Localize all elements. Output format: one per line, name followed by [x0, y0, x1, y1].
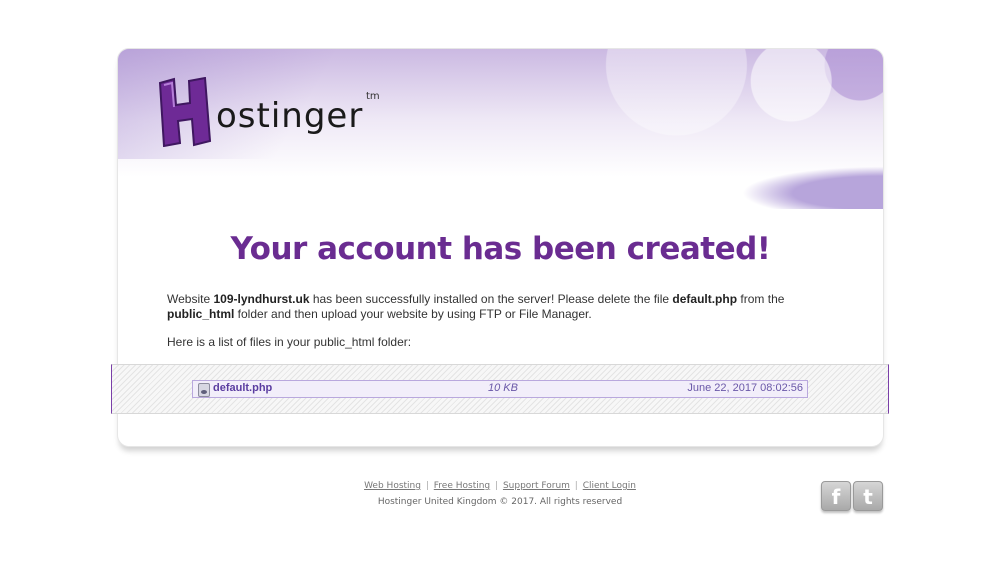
header-banner: H ostinger tm	[118, 49, 883, 209]
footer-link-free-hosting[interactable]: Free Hosting	[434, 481, 490, 491]
php-file-icon	[198, 383, 210, 397]
domain-name: 109-lyndhurst.uk	[213, 292, 310, 306]
twitter-button[interactable]: t	[853, 481, 883, 511]
logo-trademark: tm	[366, 91, 380, 102]
file-date: June 22, 2017 08:02:56	[687, 382, 803, 394]
facebook-icon: f	[831, 485, 841, 509]
footer-link-web-hosting[interactable]: Web Hosting	[364, 481, 421, 491]
hostinger-logo[interactable]: H ostinger tm	[156, 77, 396, 147]
install-message: Website 109-lyndhurst.uk has been succes…	[167, 292, 785, 321]
logo-h-mark: H	[156, 77, 212, 147]
footer-link-client-login[interactable]: Client Login	[583, 481, 636, 491]
page-title: Your account has been created!	[230, 231, 771, 267]
file-list-intro: Here is a list of files in your public_h…	[167, 335, 412, 349]
footer-link-support-forum[interactable]: Support Forum	[503, 481, 570, 491]
file-row[interactable]: default.php 10 KB June 22, 2017 08:02:56	[192, 380, 808, 398]
file-list: default.php 10 KB June 22, 2017 08:02:56	[111, 364, 889, 414]
logo-wordmark: ostinger	[216, 96, 364, 136]
file-size: 10 KB	[488, 382, 518, 394]
facebook-button[interactable]: f	[821, 481, 851, 511]
svg-text:H: H	[156, 77, 157, 78]
default-file-name: default.php	[672, 292, 738, 306]
twitter-icon: t	[863, 485, 873, 509]
folder-name: public_html	[167, 307, 235, 321]
file-link[interactable]: default.php	[213, 382, 272, 394]
